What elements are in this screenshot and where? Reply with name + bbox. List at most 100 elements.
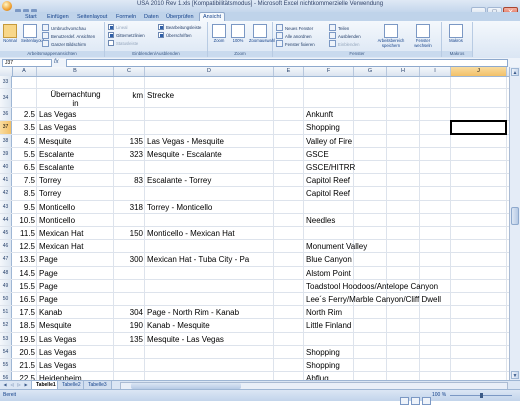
cell-c[interactable] [114,240,143,252]
cell-c[interactable]: 323 [114,148,143,160]
row-header[interactable]: 56 [0,372,12,380]
cell-c[interactable] [114,280,143,292]
cell-b[interactable]: Heidenheim [39,372,82,380]
cell-a[interactable]: 12.5 [12,240,35,252]
column-header-b[interactable]: B [37,67,114,76]
page-layout-view-icon[interactable] [411,397,420,405]
row-header[interactable]: 41 [0,174,12,187]
custom-views-button[interactable]: Benutzerdef. Ansichten [42,32,95,39]
fx-icon[interactable]: fx [54,58,59,67]
cell-c[interactable] [114,108,143,120]
cell-a[interactable]: 6.5 [12,161,35,173]
cell-f[interactable]: Shopping [306,346,340,358]
selected-cell[interactable] [450,120,507,135]
name-box[interactable]: J37 [2,59,52,67]
scroll-down-icon[interactable]: ▼ [511,371,519,379]
column-header-h[interactable]: H [387,67,420,76]
row-header[interactable]: 52 [0,319,12,332]
cell-d[interactable]: Strecke [147,91,174,109]
cell-f[interactable]: Needles [306,214,335,226]
cell-a[interactable]: 17.5 [12,306,35,318]
cell-b[interactable]: Mesquite [39,135,71,147]
tab-review[interactable]: Überprüfen [163,13,197,21]
cell-b[interactable]: Übernachtung in [37,90,114,108]
tab-insert[interactable]: Einfügen [44,13,72,21]
row-header[interactable]: 43 [0,200,12,213]
formula-input[interactable] [66,59,508,67]
row-header[interactable]: 36 [0,108,12,121]
cell-f[interactable]: Capitol Reef [306,174,350,186]
cell-f[interactable]: Ankunft [306,108,333,120]
cell-c[interactable] [114,359,143,371]
cell-f[interactable]: Little Finland [306,319,351,331]
row-header[interactable]: 46 [0,240,12,253]
zoom-button[interactable]: Zoom [210,24,228,44]
cell-d[interactable]: Mesquite - Las Vegas [147,333,224,345]
cell-f[interactable]: Valley of Fire [306,135,352,147]
cell-c[interactable] [114,267,143,279]
cell-a[interactable]: 18.5 [12,319,35,331]
column-header-c[interactable]: C [114,67,145,76]
cell-a[interactable]: 8.5 [12,187,35,199]
headings-checkbox[interactable]: Überschriften [158,32,192,38]
cell-b[interactable]: Escalante [39,148,74,160]
switch-windows-button[interactable]: Fenster wechseln [410,24,436,48]
row-header[interactable]: 55 [0,359,12,372]
cell-b[interactable]: Torrey [39,187,61,199]
zoom-slider[interactable] [450,393,512,398]
cell-a[interactable]: 5.5 [12,148,35,160]
cell-c[interactable]: 318 [114,201,143,213]
cell-d[interactable]: Monticello - Mexican Hat [147,227,235,239]
cell-f[interactable]: Abflug [306,372,329,380]
cell-b[interactable]: Mexican Hat [39,227,83,239]
cell-c[interactable]: 150 [114,227,143,239]
zoom-100-button[interactable]: 100% [229,24,247,44]
cell-c[interactable] [114,214,143,226]
cell-b[interactable]: Page [39,293,58,305]
gridlines-checkbox[interactable]: Gitternetzlinien [108,32,145,38]
cell-a[interactable]: 7.5 [12,174,35,186]
cell-a[interactable]: 15.5 [12,280,35,292]
column-header-d[interactable]: D [145,67,274,76]
cell-f[interactable]: Shopping [306,359,340,371]
cell-f[interactable]: GSCE/HITRR [306,161,355,173]
cell-d[interactable]: Torrey - Monticello [147,201,212,213]
cell-f[interactable]: Monument Valley [306,240,367,252]
cell-c[interactable] [114,121,143,133]
column-header-f[interactable]: F [304,67,354,76]
macros-button[interactable]: Makros [447,24,465,44]
zoom-selection-button[interactable]: Zoomauswahl [249,24,275,44]
cell-a[interactable]: 20.5 [12,346,35,358]
cell-b[interactable]: Monticello [39,214,75,226]
column-header-i[interactable]: I [420,67,451,76]
tab-view[interactable]: Ansicht [199,12,226,21]
spreadsheet-grid[interactable]: ABCDEFGHIJNPQ 3334Übernachtung inkmStrec… [0,67,509,380]
row-header[interactable]: 44 [0,213,12,226]
vertical-scrollbar[interactable]: ▲ ▼ [509,67,520,380]
cell-c[interactable]: 135 [114,135,143,147]
cell-a[interactable]: 22.5 [12,372,35,380]
full-screen-button[interactable]: Ganzer Bildschirm [42,40,86,47]
cell-b[interactable]: Mesquite [39,319,71,331]
cell-b[interactable]: Monticello [39,201,75,213]
cell-b[interactable]: Page [39,280,58,292]
row-header[interactable]: 37 [0,121,12,134]
scroll-up-icon[interactable]: ▲ [511,68,519,76]
cell-a[interactable] [12,76,35,88]
cell-b[interactable]: Las Vegas [39,121,76,133]
cell-f[interactable]: Lee´s Ferry/Marble Canyon/Cliff Dwell [306,293,441,305]
last-sheet-icon[interactable]: ▶ [23,382,29,388]
prev-sheet-icon[interactable]: ◁ [9,382,15,388]
column-header-e[interactable]: E [274,67,304,76]
cell-a[interactable]: 10.5 [12,214,35,226]
cell-c[interactable]: 83 [114,174,143,186]
cell-b[interactable]: Las Vegas [39,108,76,120]
row-header[interactable]: 34 [0,89,12,108]
cell-a[interactable]: 9.5 [12,201,35,213]
cell-d[interactable]: Page - North Rim - Kanab [147,306,239,318]
cell-a[interactable]: 21.5 [12,359,35,371]
cell-b[interactable]: Page [39,267,58,279]
cell-d[interactable]: Escalante - Torrey [147,174,211,186]
cell-b[interactable]: Escalante [39,161,74,173]
cell-f[interactable]: Blue Canyon [306,253,352,265]
